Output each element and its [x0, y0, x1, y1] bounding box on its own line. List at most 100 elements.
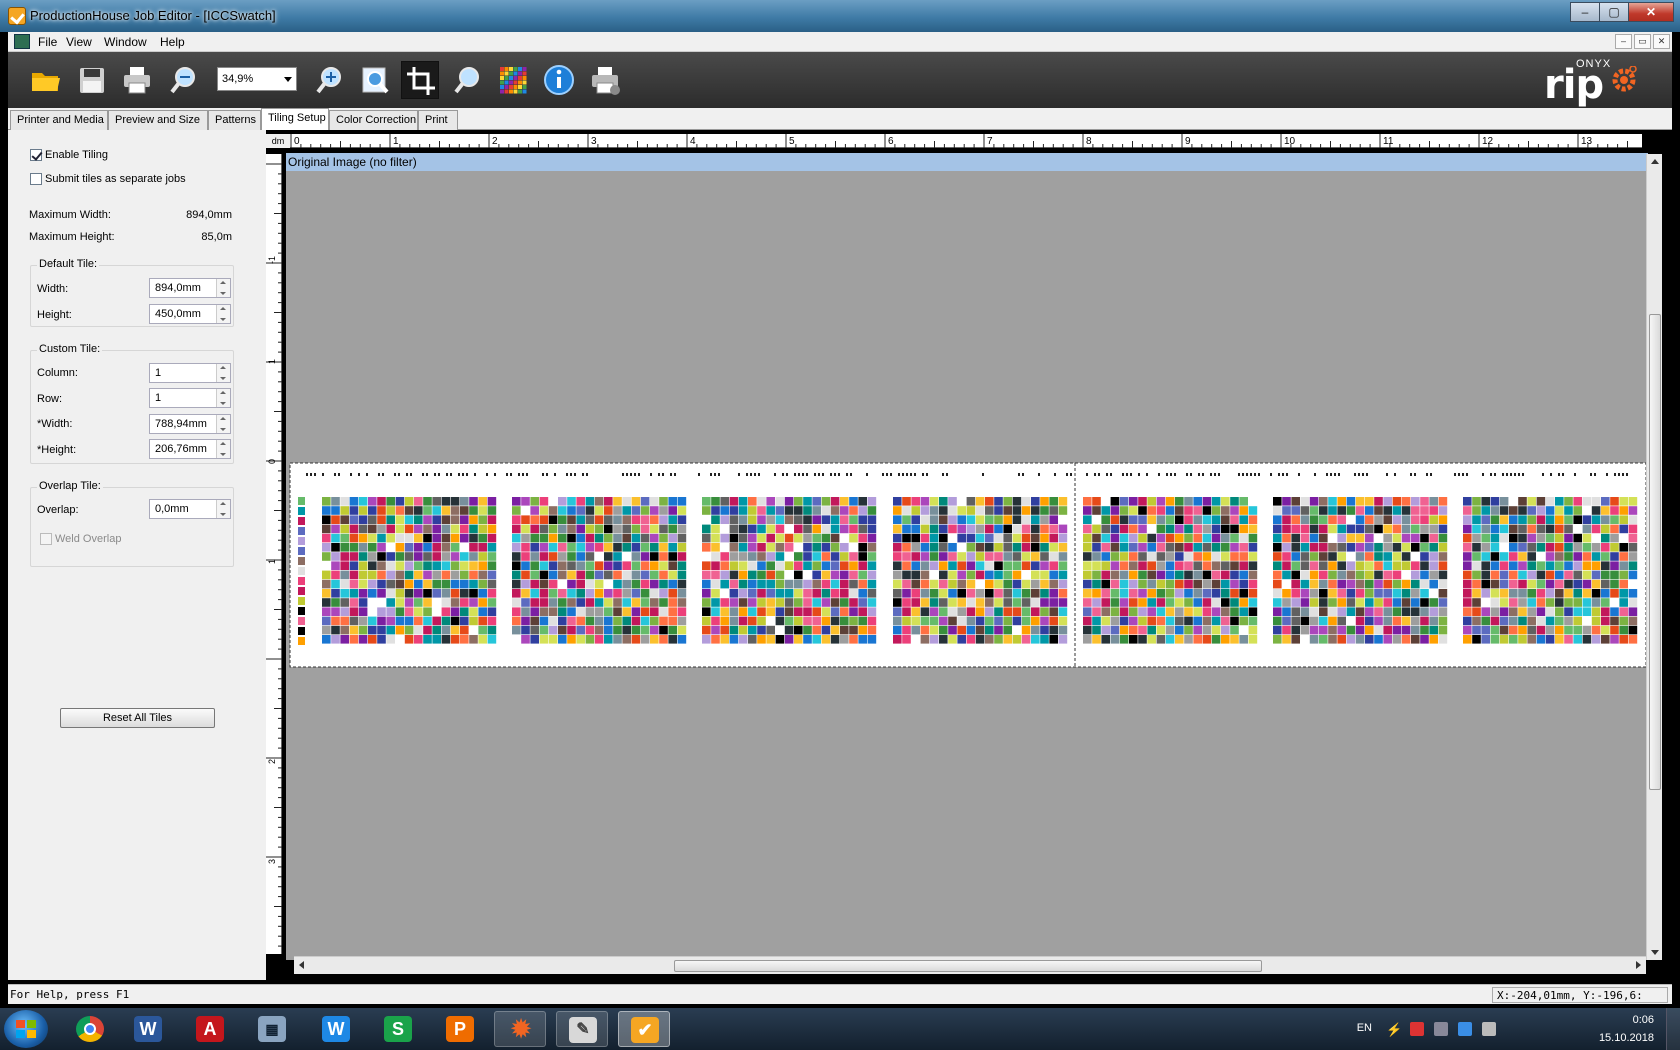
overlap-tile-label: Overlap Tile: — [37, 480, 103, 492]
maximize-button[interactable]: ▢ — [1599, 2, 1629, 22]
onyx-gear-icon[interactable]: ✹ — [494, 1011, 546, 1047]
horizontal-scrollbar[interactable] — [294, 956, 1646, 974]
default-height-stepper[interactable] — [216, 305, 230, 323]
reset-all-tiles-button[interactable]: Reset All Tiles — [60, 708, 215, 728]
open-folder-icon[interactable] — [26, 61, 64, 99]
row-input[interactable]: 1 — [149, 388, 231, 408]
zoom-level-select[interactable]: 34,9% — [217, 67, 297, 91]
horizontal-scroll-thumb[interactable] — [674, 960, 1262, 972]
grid-icon[interactable] — [494, 61, 532, 99]
weld-overlap-label[interactable]: Weld Overlap — [55, 533, 121, 545]
scroll-left-arrow-icon[interactable] — [299, 961, 304, 969]
language-indicator[interactable]: EN — [1357, 1022, 1372, 1034]
acrobat-icon[interactable]: A — [184, 1011, 236, 1047]
flag-icon[interactable] — [1410, 1022, 1424, 1036]
tab-tiling-setup[interactable]: Tiling Setup — [261, 108, 329, 130]
mdi-minimize-button[interactable]: – — [1615, 34, 1632, 49]
submit-separate-label[interactable]: Submit tiles as separate jobs — [45, 173, 186, 185]
ruler-label: 8 — [1086, 136, 1092, 147]
magnify-icon[interactable] — [448, 61, 486, 99]
onyx-tool-icon[interactable]: ✎ — [556, 1011, 608, 1047]
overlap-stepper[interactable] — [216, 500, 230, 518]
bluetooth-icon[interactable] — [1458, 1022, 1472, 1036]
chrome-icon[interactable] — [64, 1011, 116, 1047]
overlap-input[interactable]: 0,0mm — [149, 499, 231, 519]
row-stepper[interactable] — [216, 389, 230, 407]
weld-overlap-checkbox[interactable] — [40, 533, 52, 545]
title-bar[interactable]: ProductionHouse Job Editor - [ICCSwatch]… — [0, 0, 1680, 32]
menu-file[interactable]: File — [38, 35, 57, 49]
print-icon[interactable] — [118, 61, 156, 99]
mdi-restore-button[interactable]: ▭ — [1634, 34, 1651, 49]
minimize-button[interactable]: – — [1570, 2, 1600, 22]
clock-time[interactable]: 0:06 — [1633, 1014, 1654, 1026]
custom-width-stepper[interactable] — [216, 415, 230, 433]
menu-window[interactable]: Window — [104, 35, 147, 49]
ruler-label: 2 — [267, 759, 277, 764]
custom-height-stepper[interactable] — [216, 440, 230, 458]
column-stepper[interactable] — [216, 364, 230, 382]
custom-width-input[interactable]: 788,94mm — [149, 414, 231, 434]
overlap-label: Overlap: — [37, 504, 79, 516]
default-height-input[interactable]: 450,0mm — [149, 304, 231, 324]
scroll-right-arrow-icon[interactable] — [1636, 961, 1641, 969]
preview-canvas[interactable] — [286, 154, 1648, 960]
vertical-scroll-thumb[interactable] — [1649, 314, 1661, 790]
default-width-value: 894,0mm — [155, 282, 201, 294]
zoom-level-value: 34,9% — [222, 73, 254, 85]
tab-preview-and-size[interactable]: Preview and Size — [108, 110, 208, 130]
custom-height-input[interactable]: 206,76mm — [149, 439, 231, 459]
tab-print[interactable]: Print — [418, 110, 458, 130]
chevron-down-icon[interactable] — [284, 77, 292, 82]
zoom-fit-icon[interactable] — [356, 61, 394, 99]
scroll-down-arrow-icon[interactable] — [1651, 950, 1659, 955]
volume-muted-icon[interactable] — [1482, 1022, 1496, 1036]
writer-icon[interactable]: W — [310, 1011, 362, 1047]
column-input[interactable]: 1 — [149, 363, 231, 383]
default-tile-label: Default Tile: — [37, 258, 100, 270]
logo-gear-icon — [1612, 66, 1637, 92]
overlap-tile-group: Overlap Tile: Overlap: 0,0mm Weld Overla… — [30, 480, 234, 567]
tiling-settings-panel: Enable Tiling Submit tiles as separate j… — [8, 130, 266, 980]
save-icon[interactable] — [72, 61, 110, 99]
ruler-unit: dm — [266, 134, 290, 148]
menu-help[interactable]: Help — [160, 35, 185, 49]
clock-date[interactable]: 15.10.2018 — [1599, 1032, 1654, 1044]
tab-color-correction[interactable]: Color Correction — [329, 110, 418, 130]
submit-separate-checkbox[interactable] — [30, 173, 42, 185]
scroll-up-arrow-icon[interactable] — [1651, 159, 1659, 164]
onyx-job-icon[interactable]: ✔ — [618, 1011, 670, 1047]
row-label: Row: — [37, 393, 63, 405]
default-width-input[interactable]: 894,0mm — [149, 278, 231, 298]
power-icon[interactable]: ⚡ — [1386, 1022, 1402, 1037]
status-bar: For Help, press F1 X:-204,01mm, Y:-196,6… — [8, 984, 1672, 1004]
tab-patterns[interactable]: Patterns — [208, 110, 261, 130]
enable-tiling-checkbox[interactable] — [30, 149, 42, 161]
enable-tiling-label[interactable]: Enable Tiling — [45, 149, 108, 161]
default-width-stepper[interactable] — [216, 279, 230, 297]
document-icon[interactable] — [14, 34, 30, 49]
ruler-label: 6 — [888, 136, 894, 147]
word-icon[interactable]: W — [122, 1011, 174, 1047]
sheets-icon[interactable]: S — [372, 1011, 424, 1047]
vertical-scrollbar[interactable] — [1646, 154, 1662, 960]
overlap-value: 0,0mm — [155, 503, 189, 515]
show-desktop-button[interactable] — [1666, 1008, 1680, 1050]
zoom-out-icon[interactable] — [164, 61, 202, 99]
status-help-text: For Help, press F1 — [10, 988, 130, 1001]
start-button[interactable] — [4, 1010, 48, 1048]
calculator-icon[interactable]: ▦ — [246, 1011, 298, 1047]
tab-printer-and-media[interactable]: Printer and Media — [10, 110, 108, 130]
printer-send-icon[interactable] — [586, 61, 624, 99]
crop-icon[interactable] — [401, 61, 439, 99]
info-icon[interactable] — [540, 61, 578, 99]
menu-view[interactable]: View — [66, 35, 92, 49]
custom-tile-label: Custom Tile: — [37, 343, 103, 355]
menu-bar: File View Window Help – ▭ ✕ — [8, 32, 1672, 52]
presentation-icon[interactable]: P — [434, 1011, 486, 1047]
app-icon[interactable] — [8, 7, 26, 25]
network-icon[interactable] — [1434, 1022, 1448, 1036]
mdi-close-button[interactable]: ✕ — [1653, 34, 1670, 49]
zoom-in-icon[interactable] — [310, 61, 348, 99]
close-button[interactable]: ✕ — [1628, 2, 1674, 22]
